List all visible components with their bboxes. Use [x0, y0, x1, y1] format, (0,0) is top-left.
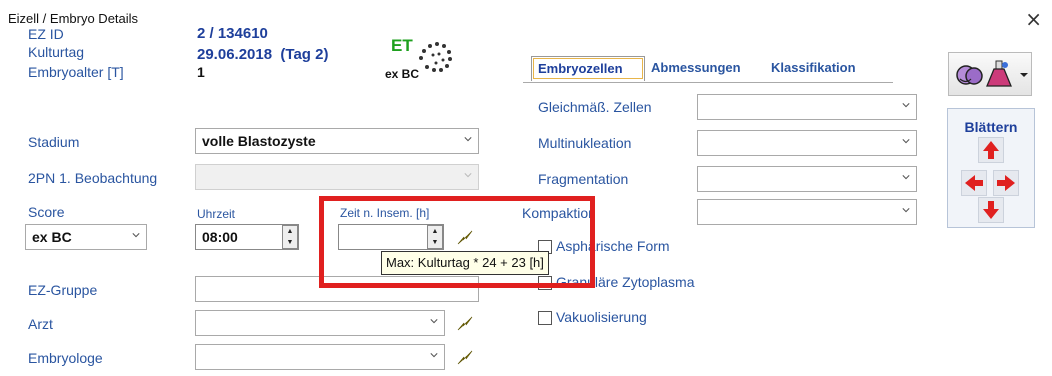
zeit-insem-input[interactable]: ▲ ▼: [338, 224, 444, 250]
vacuolisation-label: Vakuolisierung: [556, 309, 647, 325]
gleichmass-select[interactable]: [697, 94, 917, 120]
ez-gruppe-label: EZ-Gruppe: [28, 282, 98, 298]
granular-cytoplasm-label: Granuläre Zytoplasma: [556, 274, 695, 290]
window-title: Eizell / Embryo Details: [8, 11, 139, 26]
score-value: ex BC: [32, 229, 72, 245]
arrow-down-icon: [983, 201, 999, 219]
tab-embryozellen[interactable]: Embryozellen: [531, 56, 645, 81]
ez-gruppe-select[interactable]: [195, 276, 479, 302]
ex-bc-label: ex BC: [385, 67, 420, 81]
kulturtag-label: Kulturtag: [28, 44, 85, 60]
tab-klassifikation[interactable]: Klassifikation: [765, 56, 885, 81]
stadium-select[interactable]: volle Blastozyste: [195, 128, 479, 154]
arrow-right-icon: [997, 175, 1015, 191]
aspherical-form-label: Asphärische Form: [556, 238, 670, 254]
vacuolisation-checkbox[interactable]: [538, 311, 552, 325]
nav-down-button[interactable]: [978, 197, 1004, 223]
granular-cytoplasm-checkbox[interactable]: [538, 276, 552, 290]
chevron-down-icon: [132, 233, 140, 238]
embryoalter-label: Embryoalter [T]: [28, 64, 124, 80]
embryoalter-value: 1: [197, 64, 205, 80]
chevron-down-icon: [902, 175, 910, 180]
uhrzeit-label: Uhrzeit: [197, 207, 236, 221]
lightning-icon[interactable]: [455, 228, 475, 246]
embryologe-select[interactable]: [195, 344, 445, 370]
ez-id-value: 2 / 134610: [197, 25, 268, 42]
tooltip: Max: Kulturtag * 24 + 23 [h]: [381, 251, 549, 275]
tab-bar: Embryozellen Abmessungen Klassifikation: [523, 56, 893, 83]
arrow-left-icon: [965, 175, 983, 191]
close-button[interactable]: ×: [1025, 7, 1042, 31]
uhrzeit-input[interactable]: 08:00 ▲ ▼: [195, 224, 299, 250]
nav-left-button[interactable]: [961, 170, 987, 196]
tab-abmessungen[interactable]: Abmessungen: [645, 56, 763, 81]
nav-up-button[interactable]: [978, 137, 1004, 163]
score-select[interactable]: ex BC: [25, 224, 147, 250]
flask-icon: [986, 60, 1012, 87]
kulturtag-value: 29.06.2018 (Tag 2): [197, 46, 329, 63]
faces-icon: [956, 65, 983, 85]
kompaktion-label: Kompaktion: [522, 205, 596, 221]
lightning-icon[interactable]: [455, 314, 475, 332]
multinukleation-select[interactable]: [697, 130, 917, 156]
arzt-label: Arzt: [28, 316, 53, 332]
embryologe-label: Embryologe: [28, 350, 103, 366]
chevron-down-icon: [902, 208, 910, 213]
people-tools-button[interactable]: [948, 52, 1032, 96]
embryo-dots-icon: [419, 42, 452, 72]
dropdown-arrow-icon: [1020, 73, 1028, 77]
fragmentation-select[interactable]: [697, 166, 917, 192]
chevron-down-icon: [902, 139, 910, 144]
fragmentation-label: Fragmentation: [538, 171, 629, 187]
ez-id-label: EZ ID: [28, 26, 64, 42]
navigation-panel: Blättern: [947, 108, 1035, 228]
lightning-icon[interactable]: [455, 348, 475, 366]
navigation-title: Blättern: [964, 119, 1018, 135]
chevron-down-icon: [464, 137, 472, 142]
chevron-down-icon: [430, 319, 438, 324]
score-label: Score: [28, 204, 65, 220]
stadium-value: volle Blastozyste: [202, 133, 316, 149]
chevron-down-icon: [464, 173, 472, 178]
zeit-insem-label: Zeit n. Insem. [h]: [340, 206, 430, 220]
chevron-down-icon: [430, 353, 438, 358]
zeit-insem-spinner[interactable]: ▲ ▼: [427, 225, 443, 249]
gleichmass-label: Gleichmäß. Zellen: [538, 99, 652, 115]
kompaktion-select[interactable]: [697, 199, 917, 225]
nav-right-button[interactable]: [993, 170, 1019, 196]
multinukleation-label: Multinukleation: [538, 135, 632, 151]
uhrzeit-spinner[interactable]: ▲ ▼: [282, 225, 298, 249]
arrow-up-icon: [983, 141, 999, 159]
arzt-select[interactable]: [195, 310, 445, 336]
pn-observation-label: 2PN 1. Beobachtung: [28, 170, 158, 186]
pn-observation-select[interactable]: [195, 164, 479, 190]
et-label: ET: [391, 36, 413, 55]
chevron-down-icon: [902, 103, 910, 108]
stadium-label: Stadium: [28, 134, 80, 150]
uhrzeit-value: 08:00: [202, 229, 238, 245]
